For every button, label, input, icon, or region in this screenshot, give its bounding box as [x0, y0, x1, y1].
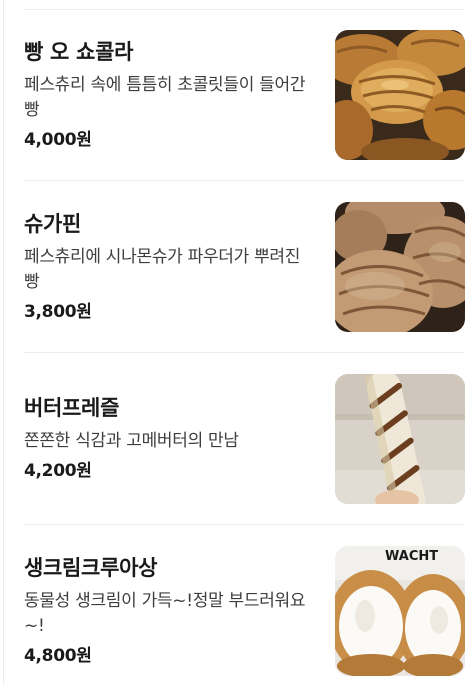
- menu-item-name: 버터프레즐: [24, 396, 120, 420]
- menu-item-text: 빵 오 쇼콜라 페스츄리 속에 틈틈히 초콜릿들이 들어간 빵 4,000원: [24, 39, 316, 151]
- menu-item-price: 3,800원: [24, 302, 92, 322]
- menu-item-name: 생크림크루아상: [24, 556, 158, 580]
- pain-au-chocolat-photo[interactable]: [335, 30, 465, 160]
- menu-item-text: 생크림크루아상 동물성 생크림이 가득~!정말 부드러워요~! 4,800원: [24, 555, 316, 667]
- menu-item-sugar-pin[interactable]: 슈가핀 페스츄리에 시나몬슈가 파우더가 뿌려진 빵 3,800원: [0, 181, 476, 353]
- menu-item-description: 동물성 생크림이 가득~!정말 부드러워요~!: [24, 591, 306, 636]
- sugar-pin-photo[interactable]: [335, 202, 465, 332]
- menu-item-description: 페스츄리 속에 틈틈히 초콜릿들이 들어간 빵: [24, 75, 306, 120]
- menu-item-text: 버터프레즐 쫀쫀한 식감과 고메버터의 만남 4,200원: [24, 395, 316, 482]
- butter-pretzel-photo[interactable]: [335, 374, 465, 504]
- menu-item-price: 4,000원: [24, 130, 92, 150]
- menu-item-name: 빵 오 쇼콜라: [24, 40, 134, 64]
- cream-croissant-photo[interactable]: WACHT: [335, 546, 465, 676]
- menu-item-name: 슈가핀: [24, 212, 82, 236]
- menu-item-pain-au-chocolat[interactable]: 빵 오 쇼콜라 페스츄리 속에 틈틈히 초콜릿들이 들어간 빵 4,000원: [0, 9, 476, 181]
- menu-item-description: 쫀쫀한 식감과 고메버터의 만남: [24, 431, 239, 451]
- menu-item-butter-pretzel[interactable]: 버터프레즐 쫀쫀한 식감과 고메버터의 만남 4,200원: [0, 353, 476, 525]
- cream-croissant-photo-text: WACHT: [385, 549, 438, 564]
- menu-item-cream-croissant[interactable]: 생크림크루아상 동물성 생크림이 가득~!정말 부드러워요~! 4,800원 W…: [0, 525, 476, 697]
- menu-item-price: 4,200원: [24, 461, 92, 481]
- menu-item-description: 페스츄리에 시나몬슈가 파우더가 뿌려진 빵: [24, 247, 301, 292]
- menu-item-text: 슈가핀 페스츄리에 시나몬슈가 파우더가 뿌려진 빵 3,800원: [24, 211, 316, 323]
- menu-item-price: 4,800원: [24, 646, 92, 666]
